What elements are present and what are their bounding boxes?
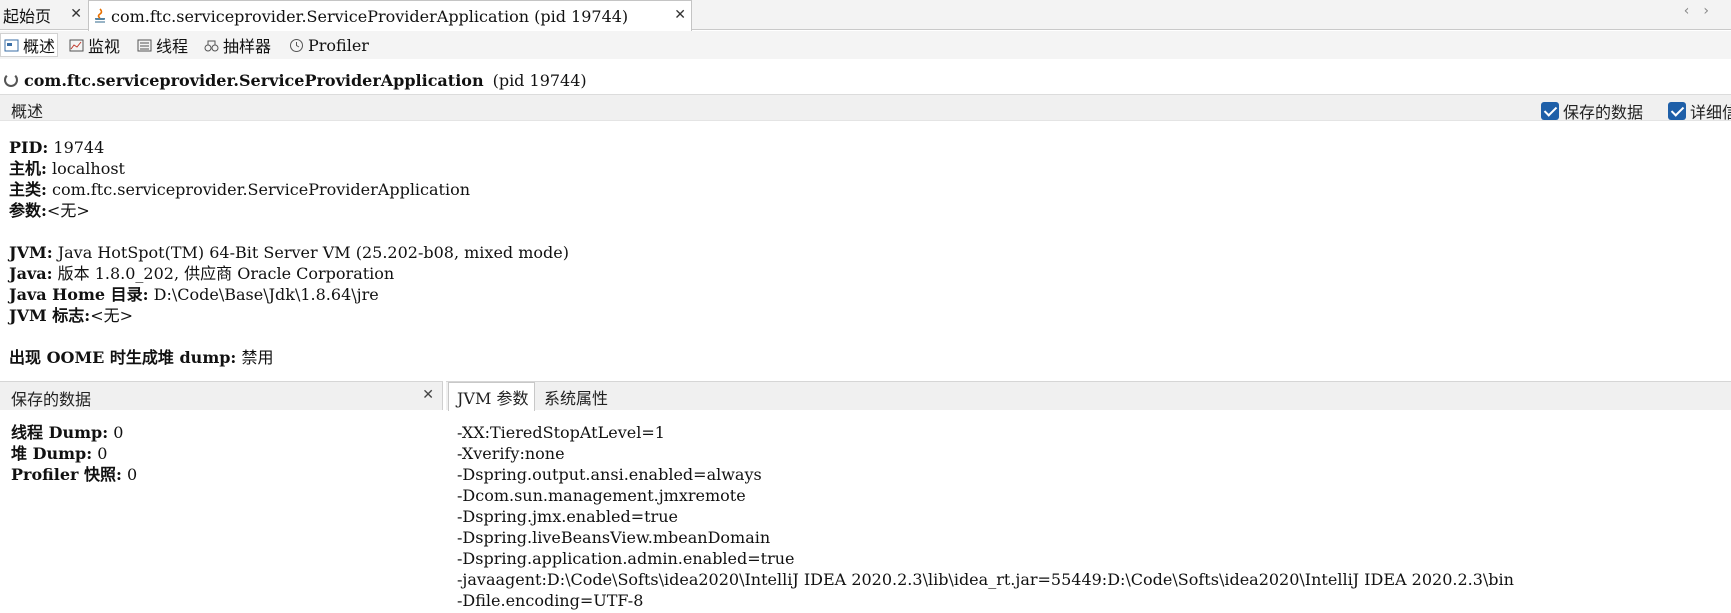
view-sampler-button[interactable]: 抽样器 — [201, 33, 281, 57]
jvm-label: JVM: — [9, 243, 53, 262]
sampler-icon — [204, 40, 219, 51]
jvm-arg-row: -Dspring.output.ansi.enabled=always — [457, 465, 762, 484]
overview-section-header: 概述 保存的数据 详细信 — [0, 94, 1731, 123]
close-icon[interactable]: ✕ — [674, 7, 686, 23]
view-profiler-button[interactable]: Profiler — [286, 33, 384, 57]
pid-value: 19744 — [53, 138, 105, 157]
view-threads-button[interactable]: 线程 — [134, 33, 196, 57]
profiler-snapshot-value: 0 — [127, 465, 138, 484]
view-toolbar: 概述 监视 线程 抽样器 Profiler — [0, 31, 1731, 59]
close-icon[interactable]: ✕ — [422, 387, 434, 403]
saved-data-panel: 线程 Dump: 0 堆 Dump: 0 Profiler 快照: 0 — [11, 422, 137, 485]
application-title: com.ftc.serviceprovider.ServiceProviderA… — [0, 66, 1731, 94]
jvm-arguments-list: -XX:TieredStopAtLevel=1 -Xverify:none -D… — [457, 422, 1514, 611]
tab-label: 起始页 — [3, 7, 52, 26]
tab-start-page[interactable]: 起始页 ✕ — [0, 0, 87, 30]
pid-label: PID: — [9, 138, 49, 157]
view-overview-button[interactable]: 概述 — [0, 33, 58, 57]
java-icon — [95, 8, 105, 23]
heap-dump-value: 0 — [97, 444, 108, 463]
jvm-panel-header: JVM 参数 系统属性 — [446, 381, 1731, 411]
tab-jvm-arguments[interactable]: JVM 参数 — [448, 382, 535, 411]
jvm-value: Java HotSpot(TM) 64-Bit Server VM (25.20… — [57, 243, 569, 262]
jvm-flags-label: JVM 标志: — [9, 306, 91, 325]
main-class-label: 主类: — [9, 180, 47, 199]
jvm-arg-row: -XX:TieredStopAtLevel=1 — [457, 423, 665, 442]
checkbox-checked-icon — [1541, 102, 1559, 120]
jvm-arg-row: -Dspring.liveBeansView.mbeanDomain — [457, 528, 771, 547]
tab-scroll-arrows[interactable]: ‹› — [1684, 3, 1723, 19]
oome-dump-value: 禁用 — [241, 348, 274, 367]
jvm-arg-row: -Xverify:none — [457, 444, 565, 463]
overview-icon — [4, 39, 19, 51]
arguments-label: 参数: — [9, 201, 47, 220]
threads-icon — [137, 39, 152, 51]
close-icon[interactable]: ✕ — [70, 6, 82, 22]
host-value: localhost — [52, 159, 125, 178]
host-label: 主机: — [9, 159, 47, 178]
jvm-arg-row: -Dspring.application.admin.enabled=true — [457, 549, 795, 568]
tab-system-properties[interactable]: 系统属性 — [536, 382, 636, 411]
loading-spinner-icon — [4, 73, 18, 87]
tab-label: com.ftc.serviceprovider.ServiceProviderA… — [111, 6, 629, 26]
profiler-clock-icon — [290, 38, 303, 52]
java-home-label: Java Home 目录: — [9, 285, 149, 304]
details-checkbox[interactable]: 详细信 — [1668, 99, 1731, 123]
application-pid: (pid 19744) — [492, 70, 587, 90]
overview-info: PID: 19744 主机: localhost 主类: com.ftc.ser… — [9, 137, 569, 368]
thread-dump-label: 线程 Dump: — [11, 423, 109, 442]
jvm-arg-row: -Dcom.sun.management.jmxremote — [457, 486, 746, 505]
arguments-value: <无> — [46, 201, 90, 220]
thread-dump-value: 0 — [113, 423, 124, 442]
saved-data-title: 保存的数据 — [11, 390, 92, 409]
jvm-arg-row: -javaagent:D:\Code\Softs\idea2020\Intell… — [457, 570, 1514, 589]
profiler-snapshot-label: Profiler 快照: — [11, 465, 122, 484]
java-value: 版本 1.8.0_202, 供应商 Oracle Corporation — [57, 264, 395, 283]
saved-data-panel-header: 保存的数据 ✕ — [0, 381, 443, 410]
java-label: Java: — [9, 264, 53, 283]
jvm-arg-row: -Dspring.jmx.enabled=true — [457, 507, 678, 526]
checkbox-checked-icon — [1668, 102, 1686, 120]
section-title: 概述 — [11, 102, 44, 121]
saved-data-checkbox[interactable]: 保存的数据 — [1541, 99, 1643, 123]
application-name: com.ftc.serviceprovider.ServiceProviderA… — [24, 70, 484, 90]
document-tab-bar: 起始页 ✕ com.ftc.serviceprovider.ServicePro… — [0, 0, 1731, 31]
view-monitor-button[interactable]: 监视 — [66, 33, 128, 57]
java-home-value: D:\Code\Base\Jdk\1.8.64\jre — [153, 285, 379, 304]
jvm-arg-row: -Dfile.encoding=UTF-8 — [457, 591, 644, 610]
tab-application[interactable]: com.ftc.serviceprovider.ServiceProviderA… — [88, 0, 692, 31]
heap-dump-label: 堆 Dump: — [11, 444, 93, 463]
jvm-flags-value: <无> — [90, 306, 134, 325]
oome-dump-label: 出现 OOME 时生成堆 dump: — [9, 348, 237, 367]
monitor-chart-icon — [69, 39, 84, 51]
main-class-value: com.ftc.serviceprovider.ServiceProviderA… — [52, 180, 471, 199]
